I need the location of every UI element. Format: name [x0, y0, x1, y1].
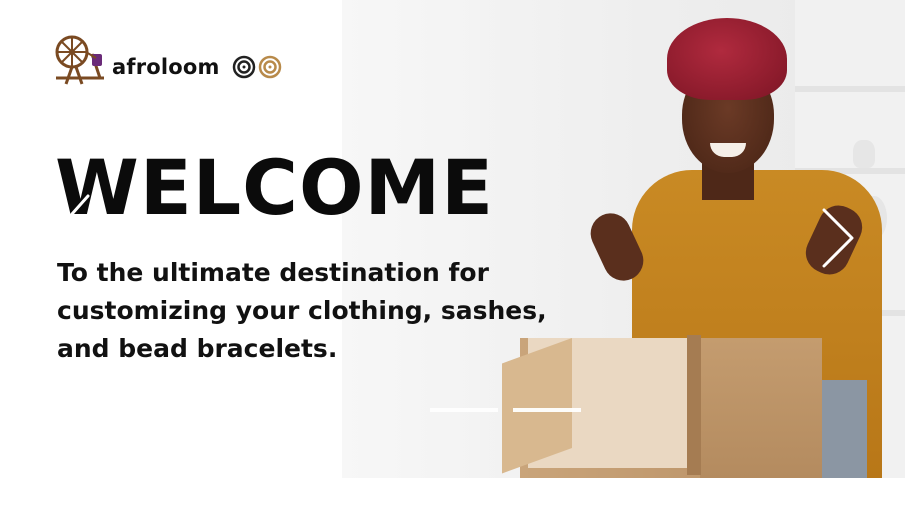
carousel-indicator-2[interactable]: [513, 408, 581, 412]
hero-tagline: To the ultimate destination for customiz…: [57, 254, 617, 368]
hero-carousel-slide: afroloom WELCOME To the ultimate destina…: [0, 0, 905, 517]
tagline-line: customizing your clothing, sashes,: [57, 296, 547, 325]
hero-headline: WELCOME: [55, 143, 495, 232]
brand-name: afroloom: [112, 55, 220, 79]
chevron-left-icon[interactable]: [68, 192, 92, 236]
carousel-indicator-1[interactable]: [430, 408, 498, 412]
brand-logo[interactable]: afroloom: [52, 32, 286, 88]
tagline-line: To the ultimate destination for: [57, 258, 489, 287]
carousel-indicators: [430, 408, 596, 412]
spinning-wheel-icon: [55, 35, 104, 85]
tagline-line: and bead bracelets.: [57, 334, 338, 363]
chevron-right-icon[interactable]: [818, 206, 858, 270]
concentric-rings-icon: [232, 55, 281, 79]
